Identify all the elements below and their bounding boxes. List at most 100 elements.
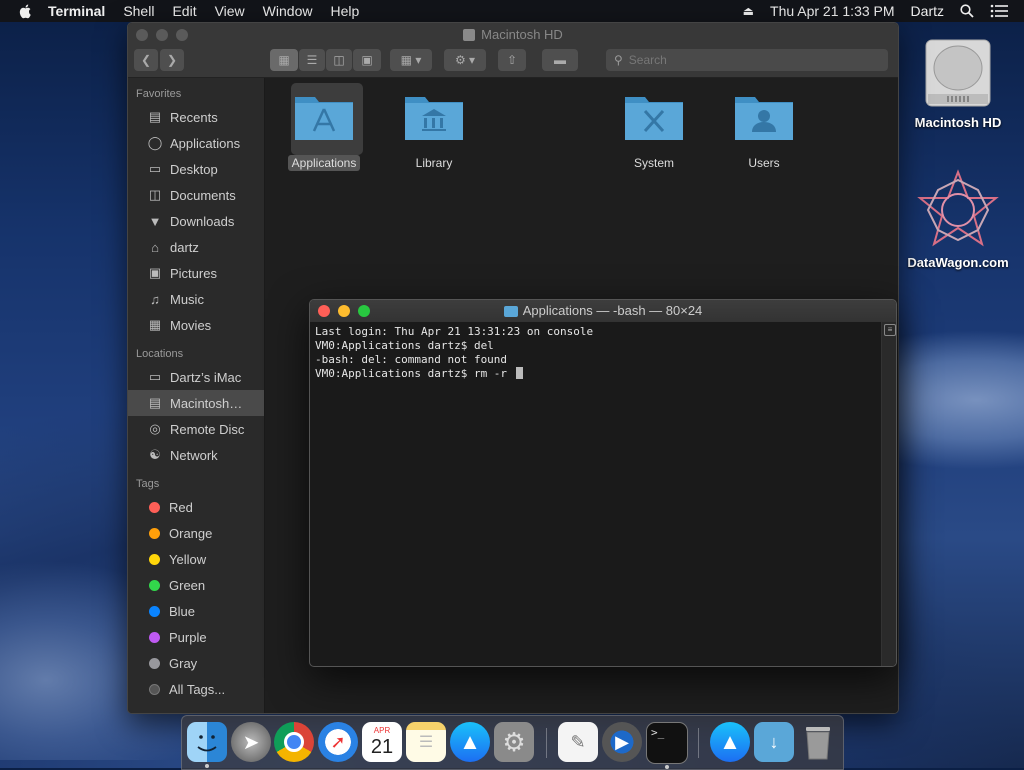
folder-users[interactable]: Users [719,83,809,171]
dock-safari[interactable]: ➚ [318,722,358,762]
terminal-line: VM0:Applications dartz$ del [315,339,494,352]
menu-edit[interactable]: Edit [172,3,196,19]
tag-dot-icon [149,579,160,591]
menu-app-terminal[interactable]: Terminal [48,3,105,19]
sidebar-item-music[interactable]: ♫ Music [128,286,264,312]
gear-icon: ⚙ [502,726,526,757]
terminal-window: Applications — -bash — 80×24 Last login:… [309,299,897,667]
minimize-button[interactable] [338,305,350,317]
tag-dot-icon [149,553,160,565]
datawagon-logo-icon [917,169,999,247]
tag-button[interactable]: ▬ [542,49,578,71]
folder-library[interactable]: Library [389,83,479,171]
sidebar-tag-gray[interactable]: Gray [128,650,264,676]
quicktime-icon: ▶ [615,731,629,752]
dock-app-store[interactable]: ▲ [450,722,490,762]
share-button[interactable]: ⇧ [498,49,526,71]
spotlight-search-icon[interactable] [960,4,974,18]
sidebar-item-pictures[interactable]: ▣ Pictures [128,260,264,286]
terminal-output[interactable]: Last login: Thu Apr 21 13:31:23 on conso… [310,322,882,666]
menu-shell[interactable]: Shell [123,3,154,19]
dock: ➤ ➚ APR 21 ☰ ▲ ⚙ ✎ ▶ >_ ▲ ↓ [181,715,844,770]
window-title: Macintosh HD [481,27,563,42]
sidebar-item-movies[interactable]: ▦ Movies [128,312,264,338]
search-field[interactable]: ⚲ Search [606,49,888,71]
user-menu[interactable]: Dartz [911,3,944,19]
folder-label: System [633,156,674,170]
apple-menu-icon[interactable] [18,3,34,19]
globe-icon: ☯ [149,447,161,462]
search-icon: ⚲ [614,53,623,67]
scrollbar[interactable]: ≡ [881,322,896,666]
sidebar-tag-yellow[interactable]: Yellow [128,546,264,572]
eject-icon[interactable]: ⏏ [743,4,754,18]
dock-applications-folder[interactable]: ↓ [754,722,794,762]
dock-system-preferences[interactable]: ⚙ [494,722,534,762]
sidebar-item-macintosh-hd[interactable]: ▤ Macintosh… [128,390,264,416]
list-view-button[interactable]: ☰ [299,49,325,71]
zoom-button[interactable] [176,29,188,41]
sidebar-item-remote-disc[interactable]: ◎ Remote Disc [128,416,264,442]
sidebar-item-network[interactable]: ☯ Network [128,442,264,468]
sidebar-item-desktop[interactable]: ▭ Desktop [128,156,264,182]
dock-terminal[interactable]: >_ [646,722,688,769]
sidebar-heading-tags: Tags [136,478,160,490]
close-button[interactable] [136,29,148,41]
app-store-icon: ▲ [719,729,741,754]
sidebar-all-tags[interactable]: All Tags... [128,676,264,702]
sidebar-tag-green[interactable]: Green [128,572,264,598]
sidebar-tag-orange[interactable]: Orange [128,520,264,546]
notification-center-icon[interactable] [990,4,1008,18]
terminal-line: VM0:Applications dartz$ rm -r [315,367,514,380]
dock-textedit[interactable]: ✎ [558,722,598,762]
back-button[interactable]: ❮ [134,49,158,71]
action-gear-button[interactable]: ⚙ ▾ [444,49,486,71]
clock[interactable]: Thu Apr 21 1:33 PM [770,3,895,19]
sidebar-item-imac[interactable]: ▭ Dartz’s iMac [128,364,264,390]
dock-chrome[interactable] [274,722,314,762]
dock-quicktime[interactable]: ▶ [602,722,642,762]
film-icon: ▦ [148,317,162,332]
forward-button[interactable]: ❯ [160,49,184,71]
menu-bar: Terminal Shell Edit View Window Help ⏏ T… [0,0,1024,22]
menu-view[interactable]: View [215,3,245,19]
sidebar-item-applications[interactable]: ◯ Applications [128,130,264,156]
sidebar-item-label: Pictures [170,265,217,281]
dock-launchpad[interactable]: ➤ [231,722,271,762]
terminal-prompt-line: VM0:Applications dartz$ rm -r [315,367,877,381]
close-button[interactable] [318,305,330,317]
minimize-button[interactable] [156,29,168,41]
desktop-icon-datawagon[interactable]: DataWagon.com [898,168,1018,270]
column-view-button[interactable]: ◫ [326,49,352,71]
dock-notes[interactable]: ☰ [406,722,446,762]
menu-help[interactable]: Help [330,3,359,19]
sidebar-tag-purple[interactable]: Purple [128,624,264,650]
tag-dot-icon [149,631,160,643]
terminal-title-bar[interactable]: Applications — -bash — 80×24 [310,300,896,322]
folder-applications[interactable]: Applications [279,83,369,171]
sidebar-tag-red[interactable]: Red [128,494,264,520]
group-button[interactable]: ▦ ▾ [390,49,432,71]
sidebar-item-documents[interactable]: ◫ Documents [128,182,264,208]
download-folder-icon: ↓ [769,731,779,752]
zoom-button[interactable] [358,305,370,317]
compass-icon: ➚ [330,731,346,752]
sidebar-item-recents[interactable]: ▤ Recents [128,104,264,130]
dock-finder[interactable] [187,722,227,768]
gallery-view-button[interactable]: ▣ [353,49,381,71]
folder-system[interactable]: System [609,83,699,171]
desktop-icon-macintosh-hd[interactable]: Macintosh HD [898,32,1018,130]
sidebar-tag-blue[interactable]: Blue [128,598,264,624]
split-pane-icon[interactable]: ≡ [884,324,896,336]
dock-calendar[interactable]: APR 21 [362,722,402,762]
terminal-line: Last login: Thu Apr 21 13:31:23 on conso… [315,325,594,338]
dock-trash[interactable] [798,722,838,762]
icon-view-button[interactable]: ▦ [270,49,298,71]
hard-drive-icon [463,29,476,41]
finder-title-bar[interactable]: Macintosh HD [128,23,898,47]
sidebar-item-home[interactable]: ⌂ dartz [128,234,264,260]
dock-app-store-downloads[interactable]: ▲ [710,722,750,762]
sidebar-item-downloads[interactable]: ▼ Downloads [128,208,264,234]
applications-icon: ◯ [147,135,163,150]
menu-window[interactable]: Window [263,3,313,19]
